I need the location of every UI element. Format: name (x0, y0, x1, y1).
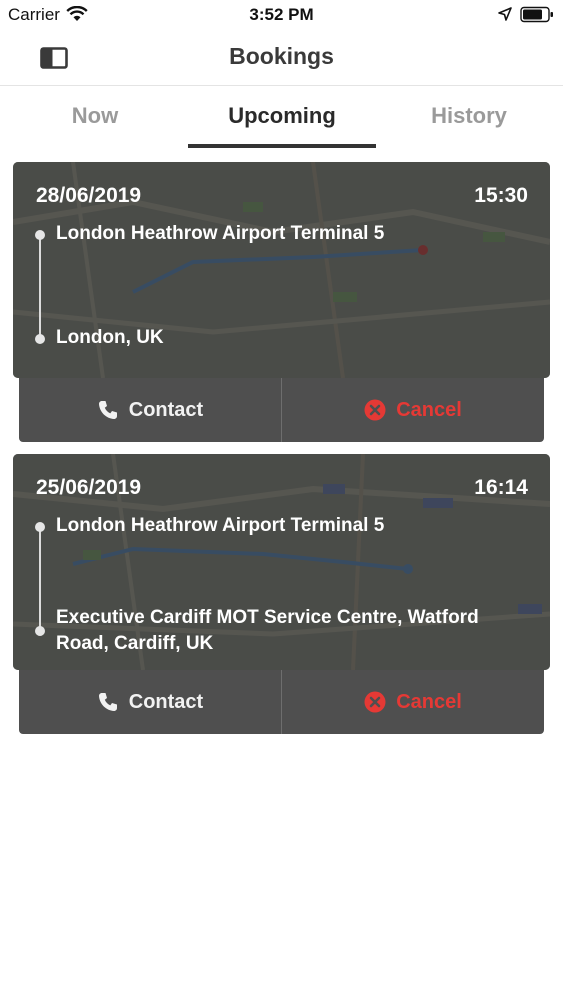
cancel-button-label: Cancel (396, 690, 462, 713)
cancel-button-label: Cancel (396, 398, 462, 421)
dropoff-dot (35, 334, 45, 344)
sidebar-toggle-icon[interactable] (40, 47, 68, 69)
pickup-address: London Heathrow Airport Terminal 5 (56, 515, 385, 536)
cancel-icon (364, 399, 386, 421)
pickup-dot (35, 522, 45, 532)
booking-actions: Contact Cancel (19, 670, 544, 734)
pickup-address: London Heathrow Airport Terminal 5 (56, 223, 385, 244)
tab-history[interactable]: History (405, 103, 533, 129)
carrier-label: Carrier (8, 5, 60, 24)
contact-button[interactable]: Contact (19, 670, 281, 734)
wifi-icon (66, 6, 88, 21)
booking-tabs: Now Upcoming History (0, 87, 563, 149)
booking-date: 28/06/2019 (36, 184, 142, 207)
booking-time: 16:14 (474, 476, 528, 499)
booking-card[interactable]: 28/06/2019 15:30 London Heathrow Airport… (13, 162, 550, 378)
route-connector (39, 527, 41, 631)
contact-button-label: Contact (128, 690, 204, 713)
booking-card[interactable]: 25/06/2019 16:14 London Heathrow Airport… (13, 454, 550, 670)
status-bar: Carrier 3:52 PM (0, 0, 563, 30)
dropoff-dot (35, 626, 45, 636)
phone-icon (98, 693, 117, 711)
active-tab-indicator (188, 144, 376, 148)
contact-button[interactable]: Contact (19, 378, 281, 442)
page-title: Bookings (229, 43, 334, 69)
pickup-dot (35, 230, 45, 240)
contact-button-label: Contact (128, 398, 204, 421)
booking-time: 15:30 (474, 184, 528, 207)
battery-icon (520, 6, 553, 23)
booking-actions: Contact Cancel (19, 378, 544, 442)
tab-upcoming[interactable]: Upcoming (188, 103, 376, 129)
dropoff-address: Executive Cardiff MOT Service Centre, Wa… (56, 607, 479, 654)
route-connector (39, 235, 41, 340)
navigation-bar: Bookings (0, 30, 563, 86)
booking-date: 25/06/2019 (36, 476, 142, 499)
cancel-icon (364, 691, 386, 713)
cancel-button[interactable]: Cancel (282, 378, 544, 442)
phone-icon (98, 401, 117, 419)
cancel-button[interactable]: Cancel (282, 670, 544, 734)
location-arrow-icon (498, 7, 512, 21)
tab-now[interactable]: Now (40, 103, 150, 129)
dropoff-address: London, UK (56, 327, 164, 348)
